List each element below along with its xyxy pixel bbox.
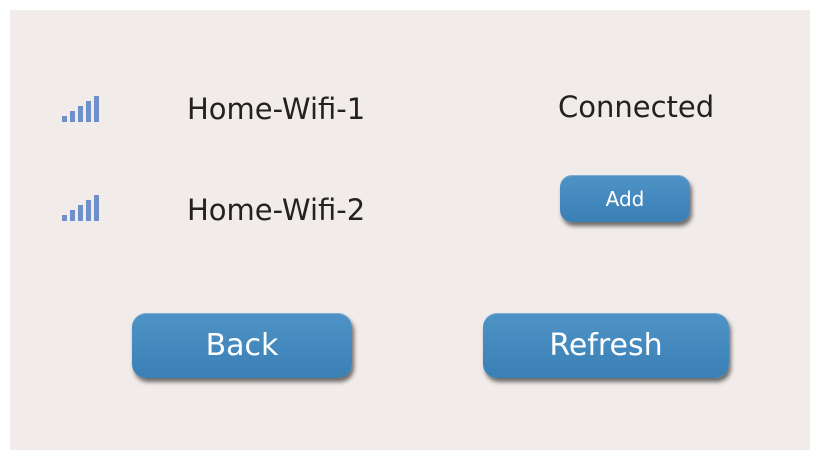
wifi-settings-screen: Home-Wifi-1 Connected Home-Wifi-2 Add Ba… (10, 10, 810, 450)
refresh-button[interactable]: Refresh (483, 313, 729, 378)
connection-status: Connected (558, 90, 715, 124)
network-ssid: Home-Wifi-2 (187, 193, 366, 227)
wifi-signal-bars-icon (62, 195, 99, 221)
network-ssid: Home-Wifi-1 (187, 92, 366, 126)
back-button[interactable]: Back (132, 313, 352, 378)
add-network-button[interactable]: Add (560, 175, 690, 222)
wifi-signal-bars-icon (62, 96, 99, 122)
